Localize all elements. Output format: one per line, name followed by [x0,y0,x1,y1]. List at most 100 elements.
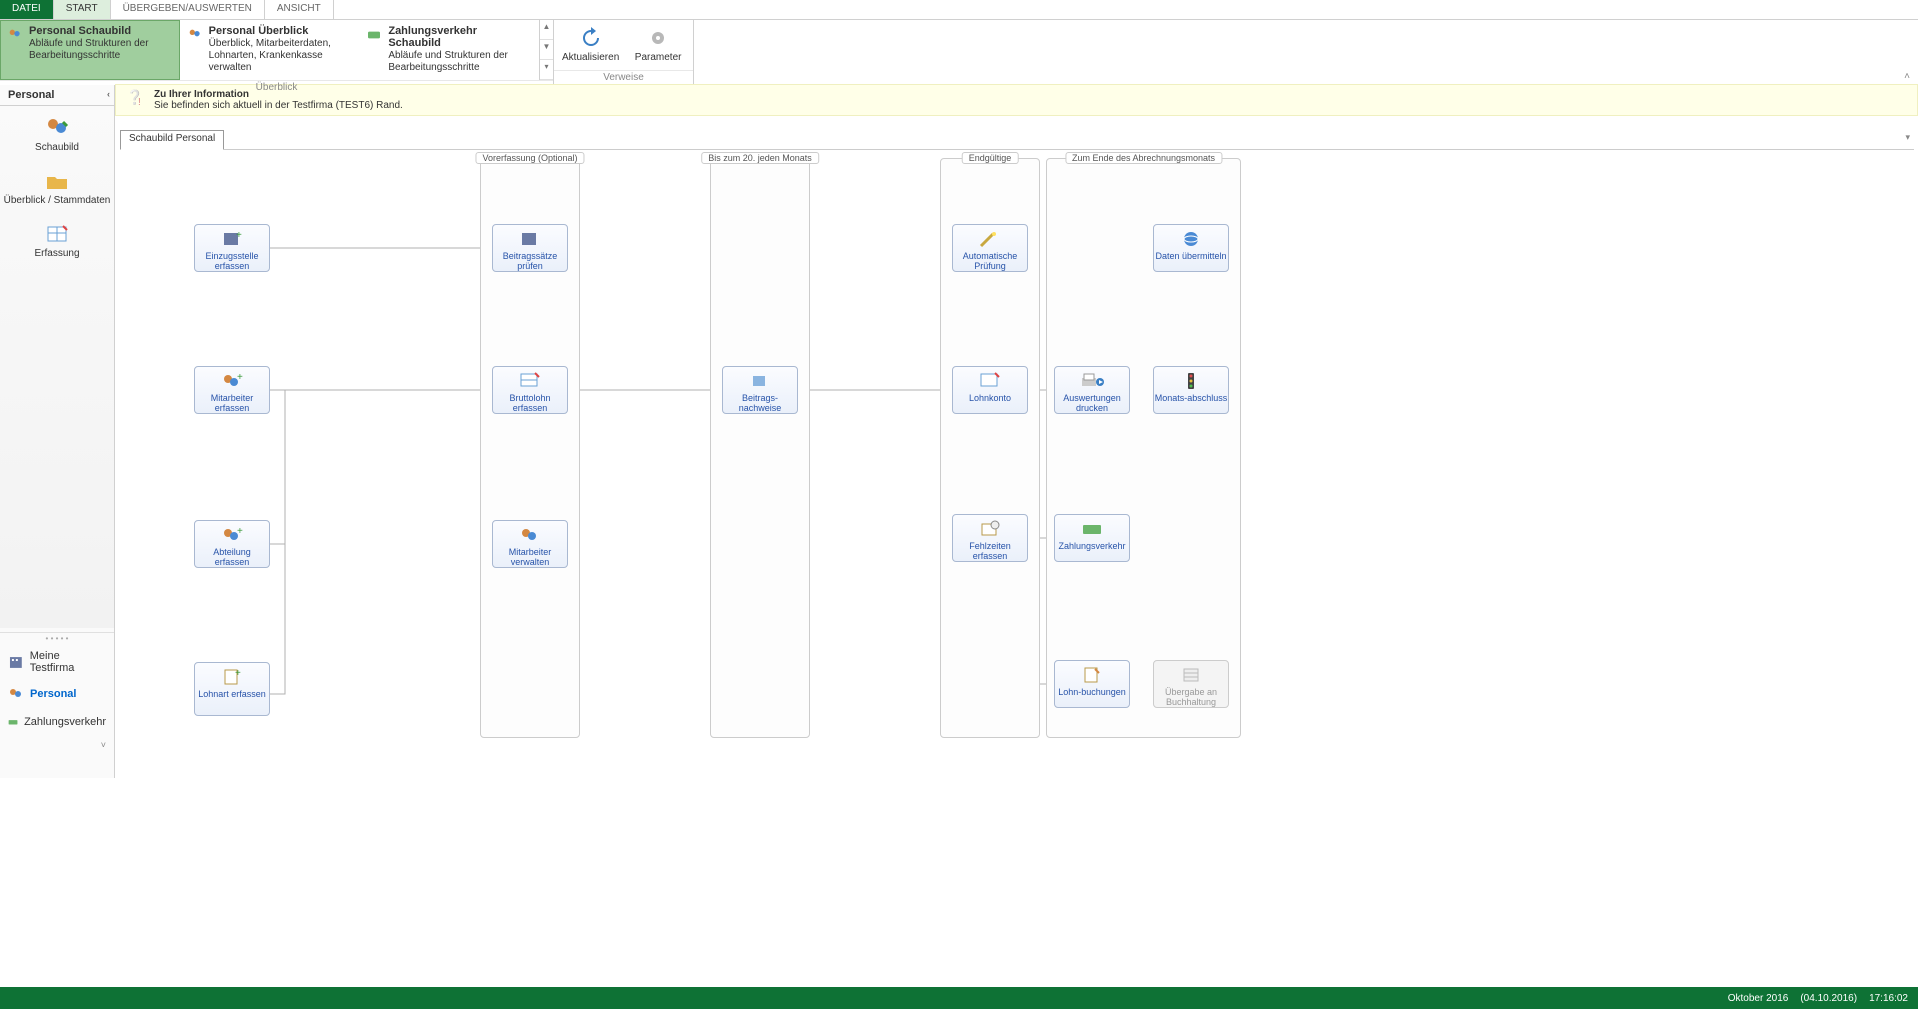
content-tabstrip: Schaubild Personal ▾ [120,130,1914,150]
status-bar: Oktober 2016 (04.10.2016) 17:16:02 [0,987,1918,1009]
node-mitarbeiter-verwalten[interactable]: Mitarbeiter verwalten [492,520,568,568]
node-uebergabe-buchhaltung[interactable]: Übergabe an Buchhaltung [1153,660,1229,708]
nav-testfirma[interactable]: Meine Testfirma [0,644,114,680]
col-title: Endgültige [962,152,1019,164]
nav-label: Zahlungsverkehr [24,716,106,728]
tab-schaubild-personal[interactable]: Schaubild Personal [120,130,224,150]
grid-edit-icon [953,371,1027,391]
traffic-light-icon [1154,371,1228,391]
node-bruttolohn[interactable]: Bruttolohn erfassen [492,366,568,414]
svg-text:+: + [237,526,243,537]
col-title: Zum Ende des Abrechnungsmonats [1065,152,1222,164]
node-lohnbuchungen[interactable]: Lohn-buchungen [1054,660,1130,708]
ribbon-zahlungsverkehr-schaubild[interactable]: Zahlungsverkehr SchaubildAbläufe und Str… [359,20,539,80]
svg-text:+: + [236,230,242,241]
parameter-button[interactable]: Parameter [631,24,685,66]
people-icon [8,686,24,702]
node-beitragssaetze[interactable]: Beitragssätze prüfen [492,224,568,272]
spin-more[interactable]: ▾ [540,60,553,80]
node-auswertungen[interactable]: Auswertungen drucken [1054,366,1130,414]
money-icon [8,714,18,730]
left-item-label: Erfassung [0,248,114,259]
svg-text:+: + [237,372,243,383]
people-plus-icon: + [195,525,269,545]
tab-view[interactable]: ANSICHT [265,0,334,19]
node-lohnart-erfassen[interactable]: +Lohnart erfassen [194,662,270,716]
document-plus-icon: + [195,667,269,687]
ribbon-group-label: Verweise [554,70,693,84]
ribbon-collapse-button[interactable]: ˄ [1904,71,1910,82]
cube-icon [723,371,797,391]
node-einzugsstelle[interactable]: +Einzugsstelle erfassen [194,224,270,272]
ribbon-personal-schaubild[interactable]: Personal SchaubildAbläufe und Strukturen… [0,20,180,80]
left-item-label: Schaubild [0,142,114,153]
nav-grip[interactable]: • • • • • [0,632,114,644]
tab-bar: DATEI START ÜBERGEBEN/AUSWERTEN ANSICHT [0,0,1918,20]
node-abteilung-erfassen[interactable]: +Abteilung erfassen [194,520,270,568]
ribbon-item-sub: Abläufe und Strukturen der Bearbeitungss… [388,50,508,73]
folder-icon [0,169,114,193]
spin-down[interactable]: ▼ [540,40,553,60]
collapse-left-icon[interactable]: ‹ [107,89,110,99]
diagram: Vorerfassung (Optional) Bis zum 20. jede… [190,158,1250,738]
money-icon [1055,519,1129,539]
document-pen-icon [1055,665,1129,685]
ribbon: Personal SchaubildAbläufe und Strukturen… [0,20,1918,84]
people-icon [493,525,567,545]
info-text: Sie befinden sich aktuell in der Testfir… [154,100,403,111]
node-fehlzeiten[interactable]: Fehlzeiten erfassen [952,514,1028,562]
ribbon-personal-ueberblick[interactable]: Personal ÜberblickÜberblick, Mitarbeiter… [180,20,360,80]
tab-start[interactable]: START [54,0,111,19]
info-icon: ❔! [126,89,146,109]
spin-up[interactable]: ▲ [540,20,553,40]
wand-icon [953,229,1027,249]
nav-expand-icon[interactable]: ˅ [0,736,114,754]
globe-icon [1154,229,1228,249]
schaubild-icon [0,116,114,140]
left-item-ueberblick[interactable]: Überblick / Stammdaten [0,159,114,212]
ribbon-item-sub: Abläufe und Strukturen der Bearbeitungss… [29,38,149,61]
node-zahlungsverkehr[interactable]: Zahlungsverkehr [1054,514,1130,562]
ribbon-spinner[interactable]: ▲ ▼ ▾ [539,20,553,80]
grid-icon [0,222,114,246]
ribbon-item-sub: Überblick, Mitarbeiterdaten, Lohnarten, … [209,38,331,73]
node-mitarbeiter-erfassen[interactable]: +Mitarbeiter erfassen [194,366,270,414]
left-pane-title: Personal‹ [0,85,114,106]
people-icon [187,27,203,43]
status-month: Oktober 2016 [1728,993,1789,1004]
people-plus-icon: + [195,371,269,391]
node-daten-uebermitteln[interactable]: Daten übermitteln [1153,224,1229,272]
node-beitragsnachweise[interactable]: Beitrags-nachweise [722,366,798,414]
node-lohnkonto[interactable]: Lohnkonto [952,366,1028,414]
ribbon-item-title: Personal Schaubild [29,25,173,37]
nav-label: Personal [30,688,76,700]
svg-text:+: + [235,668,241,679]
tab-handover[interactable]: ÜBERGEBEN/AUSWERTEN [111,0,265,19]
ledger-icon [1154,665,1228,685]
gear-icon [646,26,670,50]
node-auto-pruefung[interactable]: Automatische Prüfung [952,224,1028,272]
col-monats20: Bis zum 20. jeden Monats [710,158,810,738]
left-item-schaubild[interactable]: Schaubild [0,106,114,159]
node-monatsabschluss[interactable]: Monats-abschluss [1153,366,1229,414]
nav-zahlungsverkehr[interactable]: Zahlungsverkehr [0,708,114,736]
building-check-icon [493,229,567,249]
col-title: Vorerfassung (Optional) [475,152,584,164]
nav-label: Meine Testfirma [30,650,106,674]
refresh-icon [579,26,603,50]
col-title: Bis zum 20. jeden Monats [701,152,819,164]
left-nav: • • • • • Meine Testfirma Personal Zahlu… [0,628,115,778]
tab-file[interactable]: DATEI [0,0,54,19]
refresh-label: Aktualisieren [562,52,619,63]
refresh-button[interactable]: Aktualisieren [562,24,619,66]
printer-play-icon [1055,371,1129,391]
tabstrip-expand-icon[interactable]: ▾ [1905,132,1910,143]
money-icon [366,27,382,43]
main-area: Schaubild Personal ▾ [120,130,1914,981]
left-item-erfassung[interactable]: Erfassung [0,212,114,265]
left-item-label: Überblick / Stammdaten [0,195,114,206]
nav-personal[interactable]: Personal [0,680,114,708]
calendar-clock-icon [953,519,1027,539]
building-icon [8,654,24,670]
status-time: 17:16:02 [1869,993,1908,1004]
